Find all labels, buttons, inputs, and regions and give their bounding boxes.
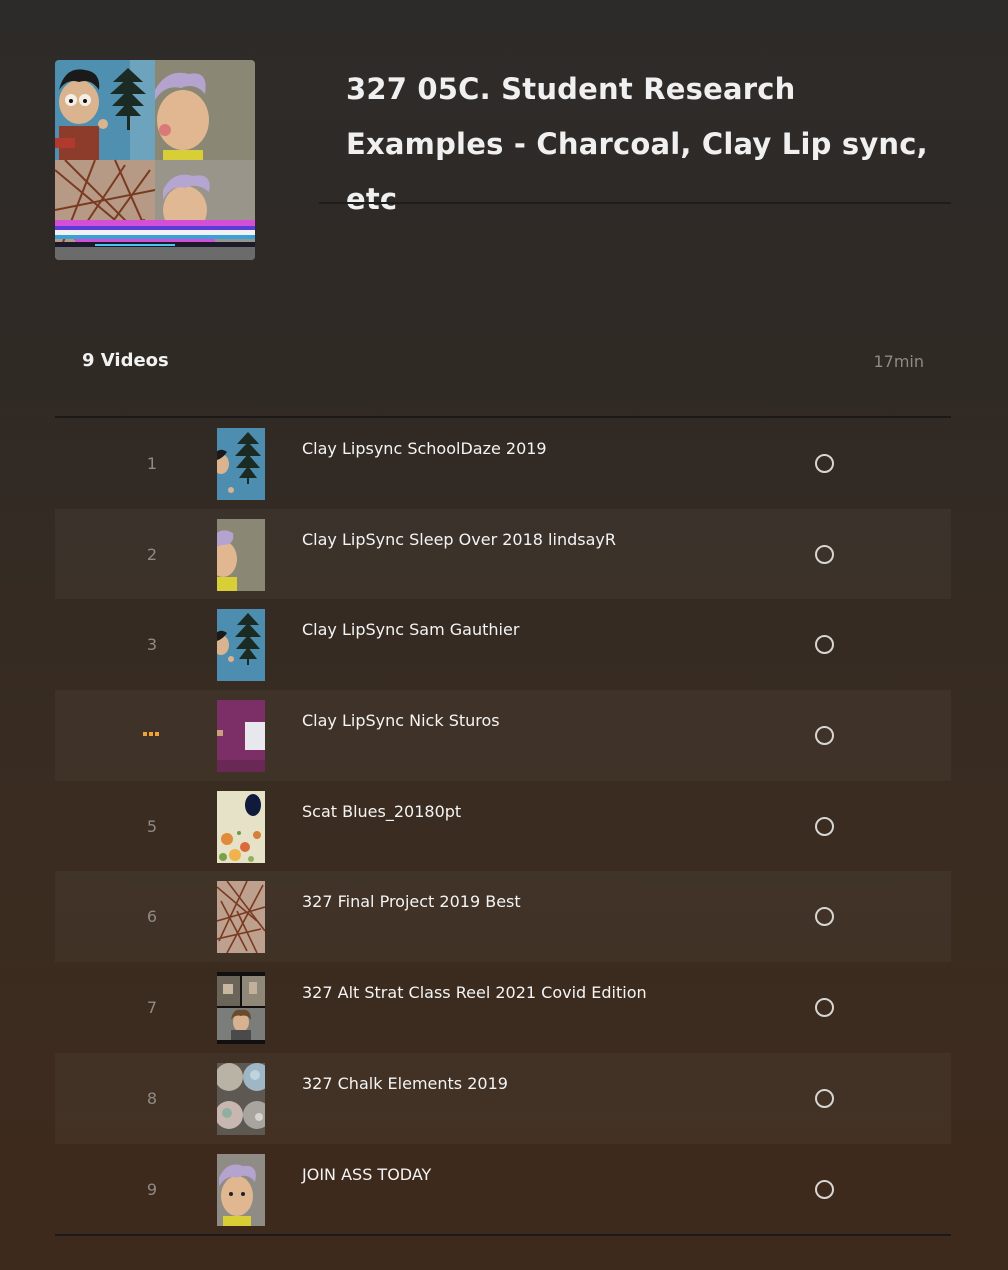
video-title: Clay LipSync Sleep Over 2018 lindsayR [302,529,616,549]
now-playing-dots-icon [143,732,161,738]
circle-outline-icon[interactable] [815,454,834,473]
video-row[interactable]: 6 327 Final Project 2019 Best [55,871,951,962]
video-index: 5 [146,816,158,836]
video-index: 2 [146,544,158,564]
video-thumbnail [217,1153,265,1226]
video-row[interactable]: 1 Clay Lipsync SchoolDaze 2019 [55,418,951,509]
video-row[interactable]: 7 327 Alt Strat Class Reel 2021 Covid Ed… [55,962,951,1053]
video-thumbnail [217,790,265,863]
video-title: Clay LipSync Nick Sturos [302,711,500,731]
video-thumbnail [217,972,265,1045]
total-duration: 17min [873,352,924,371]
video-thumbnail [217,881,265,954]
video-row-now-playing[interactable]: Clay LipSync Nick Sturos [55,690,951,781]
video-thumbnail [217,1062,265,1135]
video-thumbnail [217,609,265,682]
circle-outline-icon[interactable] [815,635,834,655]
video-row[interactable]: 5 Scat Blues_20180pt [55,781,951,872]
video-thumbnail [217,428,265,500]
circle-outline-icon[interactable] [815,1179,834,1199]
video-title: Clay Lipsync SchoolDaze 2019 [302,439,547,458]
video-index: 9 [146,1179,158,1199]
video-title: Scat Blues_20180pt [302,801,462,821]
video-row[interactable]: 3 Clay LipSync Sam Gauthier [55,599,951,690]
video-title: 327 Alt Strat Class Reel 2021 Covid Edit… [302,983,647,1003]
video-title: 327 Final Project 2019 Best [302,892,521,912]
video-index: 8 [146,1088,158,1108]
video-title: JOIN ASS TODAY [302,1164,432,1184]
video-index: 7 [146,998,158,1018]
circle-outline-icon[interactable] [815,998,834,1018]
circle-outline-icon[interactable] [815,726,834,746]
circle-outline-icon[interactable] [815,907,834,927]
video-row[interactable]: 9 JOIN ASS TODAY [55,1144,951,1235]
list-bottom-divider [55,1234,951,1236]
video-index: 6 [146,907,158,927]
video-count: 9 Videos [82,350,169,371]
video-thumbnail [217,700,265,773]
title-divider [319,202,951,204]
video-index: 1 [146,454,158,473]
video-row[interactable]: 8 327 Chalk Elements 2019 [55,1053,951,1144]
playlist-cover-collage [55,60,255,260]
circle-outline-icon[interactable] [815,816,834,836]
video-index: 3 [146,635,158,655]
video-title: 327 Chalk Elements 2019 [302,1073,508,1093]
circle-outline-icon[interactable] [815,1088,834,1108]
video-row[interactable]: 2 Clay LipSync Sleep Over 2018 lindsayR [55,509,951,600]
circle-outline-icon[interactable] [815,544,834,564]
video-title: Clay LipSync Sam Gauthier [302,620,520,640]
video-thumbnail [217,518,265,591]
video-list: 1 Clay Lipsync SchoolDaze 2019 2 Clay Li… [55,418,951,1234]
